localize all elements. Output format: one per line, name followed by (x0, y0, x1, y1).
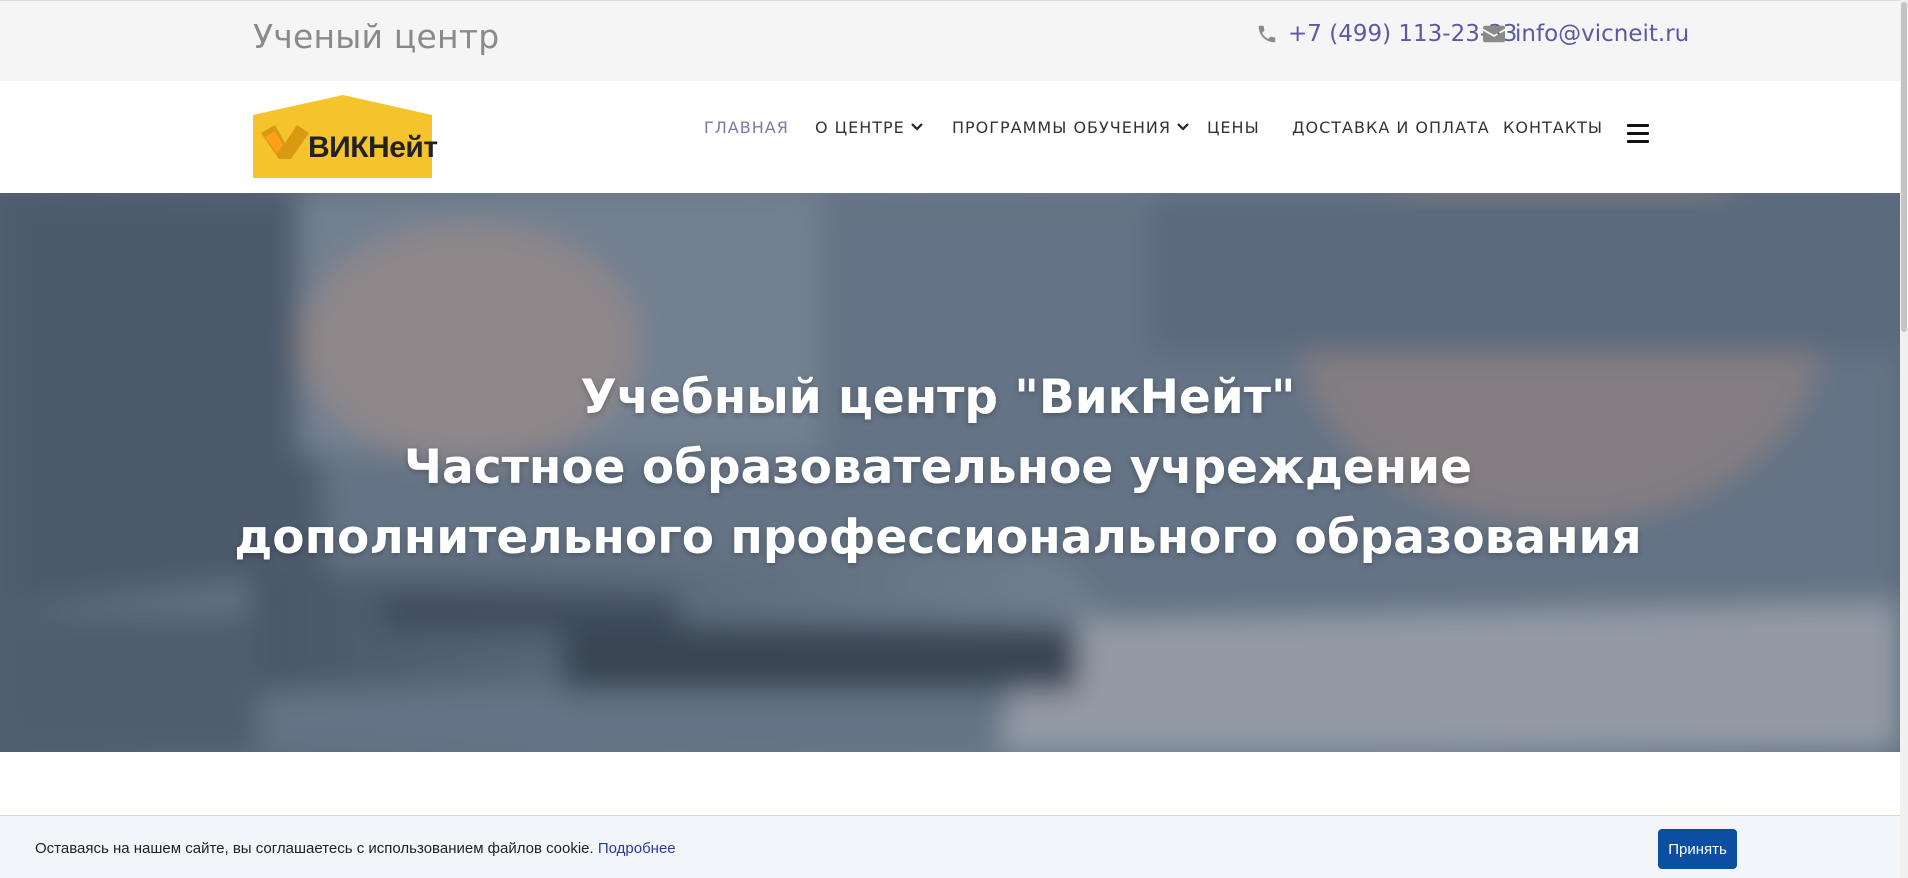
contact-phone[interactable]: +7 (499) 113-23-33 (1256, 21, 1517, 47)
cookie-banner: Оставаясь на нашем сайте, вы соглашаетес… (0, 815, 1900, 878)
nav-item-contacts[interactable]: КОНТАКТЫ (1503, 118, 1603, 137)
nav-item-prices[interactable]: ЦЕНЫ (1207, 118, 1260, 137)
contact-email[interactable]: info@vicneit.ru (1483, 21, 1689, 47)
chevron-down-icon (1177, 123, 1189, 131)
top-bar: Ученый центр +7 (499) 113-23-33 info@vic… (0, 0, 1900, 81)
nav-item-delivery[interactable]: ДОСТАВКА И ОПЛАТА (1292, 118, 1490, 137)
nav-label: ПРОГРАММЫ ОБУЧЕНИЯ (952, 117, 1171, 137)
nav-label: ГЛАВНАЯ (704, 117, 789, 137)
hero-line-3: дополнительного профессионального образо… (234, 510, 1642, 565)
scrollbar[interactable] (1900, 0, 1908, 878)
email-address[interactable]: info@vicneit.ru (1515, 21, 1689, 47)
nav-label: ДОСТАВКА И ОПЛАТА (1292, 117, 1490, 137)
hero-title: Учебный центр "ВикНейт" Частное образова… (0, 363, 1876, 573)
nav-label: ЦЕНЫ (1207, 117, 1260, 137)
phone-icon (1258, 25, 1276, 43)
hero-line-1: Учебный центр "ВикНейт" (580, 370, 1296, 425)
main-header: ВИКНейт ГЛАВНАЯ О ЦЕНТРЕ ПРОГРАММЫ ОБУЧЕ… (0, 81, 1900, 193)
nav-label: КОНТАКТЫ (1503, 117, 1603, 137)
nav-item-programs[interactable]: ПРОГРАММЫ ОБУЧЕНИЯ (952, 118, 1189, 137)
chevron-down-icon (911, 123, 923, 131)
hero-banner: Учебный центр "ВикНейт" Частное образова… (0, 193, 1900, 752)
cookie-accept-button[interactable]: Принять (1658, 829, 1737, 869)
cookie-text: Оставаясь на нашем сайте, вы соглашаетес… (35, 840, 594, 857)
hero-line-2: Частное образовательное учреждение (404, 440, 1472, 495)
nav-label: О ЦЕНТРЕ (815, 117, 905, 137)
logo-text: ВИКНейт (308, 131, 438, 164)
site-title: Ученый центр (253, 17, 500, 56)
logo[interactable]: ВИКНейт (253, 95, 438, 178)
scrollbar-thumb[interactable] (1901, 2, 1907, 332)
envelope-icon (1483, 25, 1505, 43)
hamburger-menu-icon[interactable] (1627, 124, 1649, 144)
cookie-message: Оставаясь на нашем сайте, вы соглашаетес… (35, 840, 676, 857)
nav-item-about[interactable]: О ЦЕНТРЕ (815, 118, 923, 137)
cookie-more-link[interactable]: Подробнее (598, 840, 676, 857)
nav-item-home[interactable]: ГЛАВНАЯ (704, 118, 789, 137)
